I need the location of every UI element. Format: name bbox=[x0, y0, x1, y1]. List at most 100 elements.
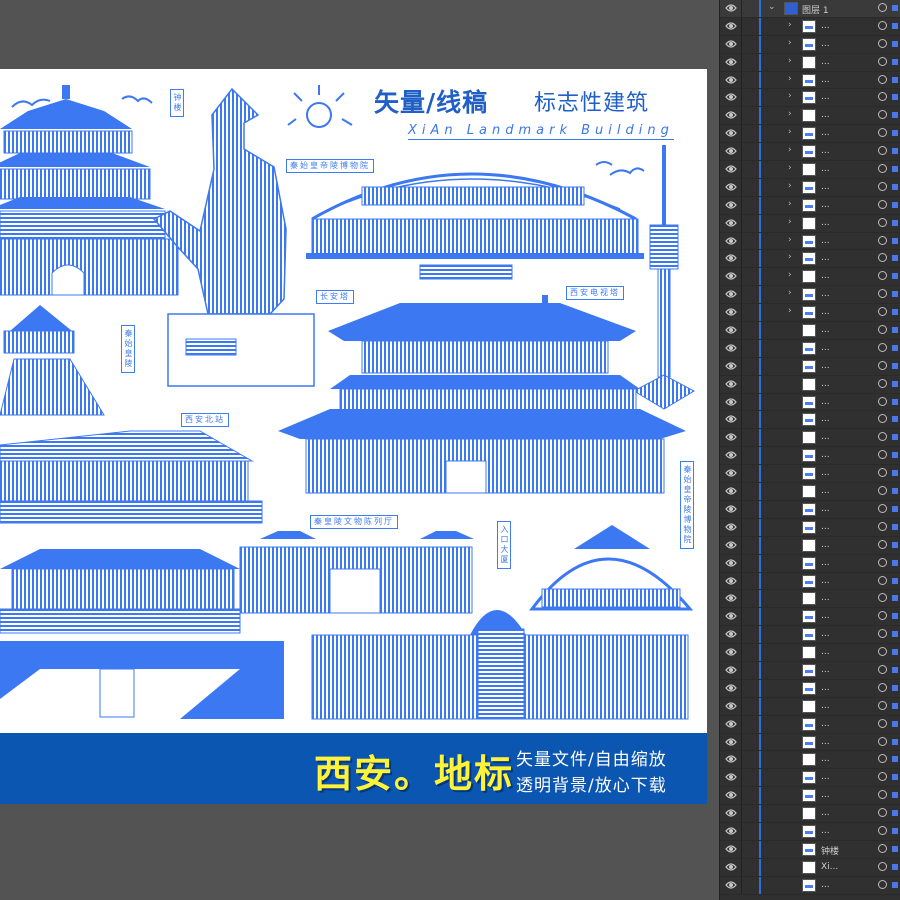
lock-column[interactable] bbox=[741, 53, 742, 71]
chevron-right-icon[interactable]: › bbox=[788, 163, 792, 173]
target-circle-icon[interactable] bbox=[878, 360, 887, 370]
target-circle-icon[interactable] bbox=[878, 754, 887, 764]
target-circle-icon[interactable] bbox=[878, 20, 887, 30]
selection-indicator-icon[interactable] bbox=[892, 827, 898, 834]
target-circle-icon[interactable] bbox=[878, 450, 887, 460]
layer-name[interactable]: ... bbox=[821, 110, 830, 120]
lock-column[interactable] bbox=[741, 626, 742, 644]
lock-column[interactable] bbox=[741, 751, 742, 769]
layer-row[interactable]: ›... bbox=[720, 196, 900, 215]
layer-row[interactable]: ›... bbox=[720, 250, 900, 269]
visibility-eye-icon[interactable] bbox=[725, 128, 737, 138]
layer-row[interactable]: ... bbox=[720, 608, 900, 627]
layer-name[interactable]: ... bbox=[821, 611, 830, 621]
target-circle-icon[interactable] bbox=[878, 772, 887, 782]
lock-column[interactable] bbox=[741, 697, 742, 715]
target-circle-icon[interactable] bbox=[878, 164, 887, 174]
target-circle-icon[interactable] bbox=[878, 235, 887, 245]
lock-column[interactable] bbox=[741, 429, 742, 447]
visibility-eye-icon[interactable] bbox=[725, 450, 737, 460]
layer-row[interactable]: ... bbox=[720, 554, 900, 573]
selection-indicator-icon[interactable] bbox=[892, 434, 898, 441]
target-circle-icon[interactable] bbox=[878, 647, 887, 657]
target-circle-icon[interactable] bbox=[878, 468, 887, 478]
visibility-eye-icon[interactable] bbox=[725, 164, 737, 174]
layer-row[interactable]: ... bbox=[720, 787, 900, 806]
selection-indicator-icon[interactable] bbox=[892, 94, 898, 101]
visibility-eye-icon[interactable] bbox=[725, 110, 737, 120]
selection-indicator-icon[interactable] bbox=[892, 881, 898, 888]
target-circle-icon[interactable] bbox=[878, 629, 887, 639]
selection-indicator-icon[interactable] bbox=[892, 362, 898, 369]
lock-column[interactable] bbox=[741, 769, 742, 787]
selection-indicator-icon[interactable] bbox=[892, 505, 898, 512]
selection-indicator-icon[interactable] bbox=[892, 166, 898, 173]
lock-column[interactable] bbox=[741, 71, 742, 89]
chevron-right-icon[interactable]: › bbox=[788, 306, 792, 316]
visibility-eye-icon[interactable] bbox=[725, 540, 737, 550]
layer-row[interactable]: ... bbox=[720, 769, 900, 788]
visibility-eye-icon[interactable] bbox=[725, 504, 737, 514]
layer-row[interactable]: 钟楼 bbox=[720, 840, 900, 859]
selection-indicator-icon[interactable] bbox=[892, 40, 898, 47]
layer-row[interactable]: ›... bbox=[720, 268, 900, 287]
layer-name[interactable]: ... bbox=[821, 146, 830, 156]
target-circle-icon[interactable] bbox=[878, 611, 887, 621]
layer-row[interactable]: ›... bbox=[720, 161, 900, 179]
target-circle-icon[interactable] bbox=[878, 736, 887, 746]
layer-row[interactable]: ... bbox=[720, 661, 900, 680]
layer-row[interactable]: Xi... bbox=[720, 858, 900, 877]
visibility-eye-icon[interactable] bbox=[725, 611, 737, 621]
lock-column[interactable] bbox=[741, 339, 742, 357]
layer-row[interactable]: ... bbox=[720, 500, 900, 519]
layer-row[interactable]: ... bbox=[720, 679, 900, 698]
selection-indicator-icon[interactable] bbox=[892, 380, 898, 387]
target-circle-icon[interactable] bbox=[878, 253, 887, 263]
layer-name[interactable]: ... bbox=[821, 719, 830, 729]
layer-group-row[interactable]: ⌄ 图层 1 bbox=[720, 0, 900, 18]
target-circle-icon[interactable] bbox=[878, 56, 887, 66]
layer-name[interactable]: ... bbox=[821, 504, 830, 514]
selection-indicator-icon[interactable] bbox=[892, 702, 898, 709]
layer-name[interactable]: ... bbox=[821, 576, 830, 586]
layer-row[interactable]: ... bbox=[720, 822, 900, 841]
selection-indicator-icon[interactable] bbox=[892, 309, 898, 316]
target-circle-icon[interactable] bbox=[878, 503, 887, 513]
layer-name[interactable]: ... bbox=[821, 486, 830, 496]
target-circle-icon[interactable] bbox=[878, 593, 887, 603]
layer-name[interactable]: ... bbox=[821, 21, 830, 31]
lock-column[interactable] bbox=[741, 805, 742, 822]
selection-indicator-icon[interactable] bbox=[892, 219, 898, 226]
layer-name[interactable]: ... bbox=[821, 379, 830, 389]
layer-row[interactable]: ... bbox=[720, 751, 900, 770]
lock-column[interactable] bbox=[741, 858, 742, 876]
layer-name[interactable]: ... bbox=[821, 325, 830, 335]
visibility-eye-icon[interactable] bbox=[725, 754, 737, 764]
layer-name[interactable]: ... bbox=[821, 39, 830, 49]
visibility-eye-icon[interactable] bbox=[725, 343, 737, 353]
chevron-right-icon[interactable]: › bbox=[788, 181, 792, 191]
selection-indicator-icon[interactable] bbox=[892, 577, 898, 584]
target-circle-icon[interactable] bbox=[878, 808, 887, 818]
layer-name[interactable]: ... bbox=[821, 75, 830, 85]
layer-name[interactable]: ... bbox=[821, 164, 830, 174]
lock-column[interactable] bbox=[741, 196, 742, 214]
layer-name[interactable]: ... bbox=[821, 880, 830, 890]
lock-column[interactable] bbox=[741, 608, 742, 626]
lock-column[interactable] bbox=[741, 107, 742, 125]
layer-row[interactable]: ... bbox=[720, 572, 900, 591]
layer-name[interactable]: ... bbox=[821, 629, 830, 639]
lock-column[interactable] bbox=[741, 304, 742, 322]
target-circle-icon[interactable] bbox=[878, 181, 887, 191]
visibility-eye-icon[interactable] bbox=[725, 719, 737, 729]
layer-name[interactable]: ... bbox=[821, 200, 830, 210]
lock-column[interactable] bbox=[741, 161, 742, 178]
visibility-eye-icon[interactable] bbox=[725, 182, 737, 192]
visibility-eye-icon[interactable] bbox=[725, 772, 737, 782]
layer-name[interactable]: ... bbox=[821, 236, 830, 246]
layer-row[interactable]: ... bbox=[720, 805, 900, 823]
layer-name[interactable]: ... bbox=[821, 826, 830, 836]
target-circle-icon[interactable] bbox=[878, 414, 887, 424]
lock-column[interactable] bbox=[741, 554, 742, 572]
layer-name[interactable]: ... bbox=[821, 307, 830, 317]
